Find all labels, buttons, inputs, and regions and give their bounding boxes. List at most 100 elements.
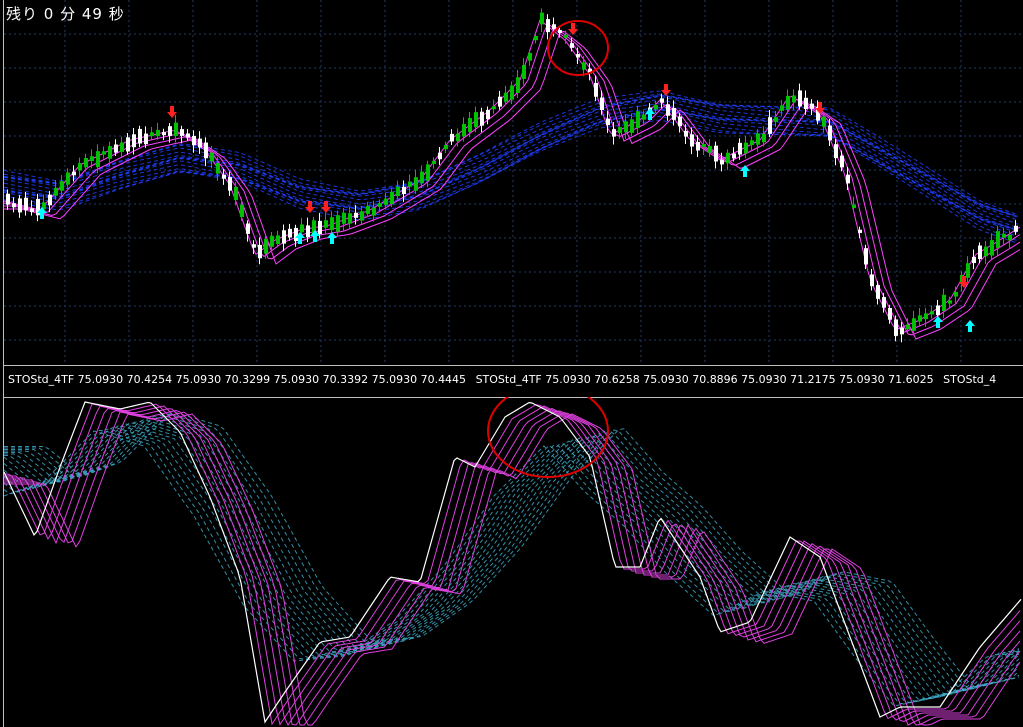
bar-countdown-timer: 残り 0 分 49 秒 — [6, 5, 125, 23]
candle-body — [552, 24, 556, 30]
candle-body — [282, 230, 286, 244]
candle-body — [672, 107, 676, 120]
candle-body — [240, 204, 244, 218]
candle-body — [72, 171, 76, 176]
candle-body — [60, 181, 64, 191]
candle-body — [828, 125, 832, 141]
candle-body — [666, 104, 670, 116]
candle-body — [546, 19, 550, 33]
candle-body — [12, 203, 16, 208]
candle-body — [66, 172, 70, 185]
candle-body — [222, 174, 226, 179]
indicator-values-label: STOStd_4TF 75.0930 70.4254 75.0930 70.32… — [8, 373, 1020, 386]
candle-body — [624, 121, 628, 133]
candle-body — [822, 116, 826, 127]
candle-body — [366, 206, 370, 214]
candle-body — [900, 327, 904, 335]
oscillator-pane — [3, 397, 1022, 727]
candle-body — [738, 142, 742, 155]
candle-body — [450, 133, 454, 142]
candle-body — [102, 151, 106, 155]
candle-body — [684, 130, 688, 137]
pane-separator[interactable] — [4, 365, 1023, 366]
candle-body — [804, 97, 808, 109]
candle-body — [270, 235, 274, 247]
price-chart-pane — [3, 0, 1023, 364]
sell-arrow-icon — [568, 23, 578, 35]
candle-body — [522, 64, 526, 80]
candle-body — [24, 197, 28, 211]
candle-body — [642, 114, 646, 120]
candle-body — [750, 140, 754, 146]
candle-body — [678, 116, 682, 127]
candle-body — [18, 198, 22, 213]
candle-body — [702, 144, 706, 148]
candle-body — [96, 151, 100, 168]
fast-ma-line — [4, 30, 1021, 340]
candle-body — [216, 163, 220, 174]
oscillator-slow-line — [3, 422, 1020, 697]
buy-arrow-icon — [965, 320, 975, 332]
candle-body — [534, 35, 538, 41]
candle-body — [636, 111, 640, 129]
candle-body — [852, 204, 856, 209]
candle-body — [264, 239, 268, 254]
candle-body — [174, 122, 178, 136]
indicator-values-segment-3: STOStd_4 — [943, 373, 997, 386]
candle-body — [906, 324, 910, 330]
oscillator-main-line — [3, 401, 1022, 724]
candle-body — [762, 133, 766, 143]
candle-body — [582, 62, 586, 70]
candle-body — [936, 305, 940, 316]
oscillator-slow-line — [4, 420, 1020, 696]
candle-body — [348, 213, 352, 224]
candle-body — [942, 294, 946, 311]
candle-body — [774, 117, 778, 122]
candle-body — [318, 220, 322, 235]
candle-body — [798, 90, 802, 107]
candles — [6, 8, 1018, 343]
candle-body — [756, 133, 760, 145]
candle-body — [78, 163, 82, 171]
candle-body — [1014, 225, 1018, 232]
candle-body — [204, 142, 208, 159]
candle-body — [948, 300, 952, 304]
candle-body — [954, 291, 958, 297]
candle-body — [744, 142, 748, 154]
candle-body — [30, 208, 34, 212]
candle-body — [114, 144, 118, 153]
candle-body — [768, 117, 772, 134]
candle-body — [276, 235, 280, 244]
candle-body — [150, 132, 154, 137]
candle-body — [342, 212, 346, 224]
oscillator-fast-line — [4, 409, 1021, 726]
candle-body — [468, 118, 472, 133]
fast-ma-ribbon — [3, 19, 1021, 340]
candle-body — [420, 171, 424, 184]
candle-body — [156, 129, 160, 137]
candle-body — [612, 129, 616, 137]
candle-body — [990, 240, 994, 256]
candle-body — [516, 77, 520, 93]
candle-body — [732, 153, 736, 159]
oscillator-fast-line — [4, 403, 1021, 726]
candle-body — [654, 104, 658, 110]
candle-body — [108, 146, 112, 159]
candle-body — [618, 127, 622, 134]
candle-body — [570, 43, 574, 48]
candle-body — [168, 126, 172, 136]
candle-body — [144, 133, 148, 145]
candle-body — [594, 82, 598, 97]
candle-body — [606, 118, 610, 126]
candle-body — [378, 203, 382, 207]
candle-body — [396, 186, 400, 197]
candle-body — [810, 103, 814, 109]
candle-body — [600, 97, 604, 110]
candle-body — [444, 144, 448, 150]
candle-body — [414, 177, 418, 191]
candle-body — [714, 145, 718, 162]
candle-body — [372, 207, 376, 216]
signal-arrows — [37, 23, 975, 332]
candle-body — [576, 54, 580, 58]
candle-body — [384, 198, 388, 205]
